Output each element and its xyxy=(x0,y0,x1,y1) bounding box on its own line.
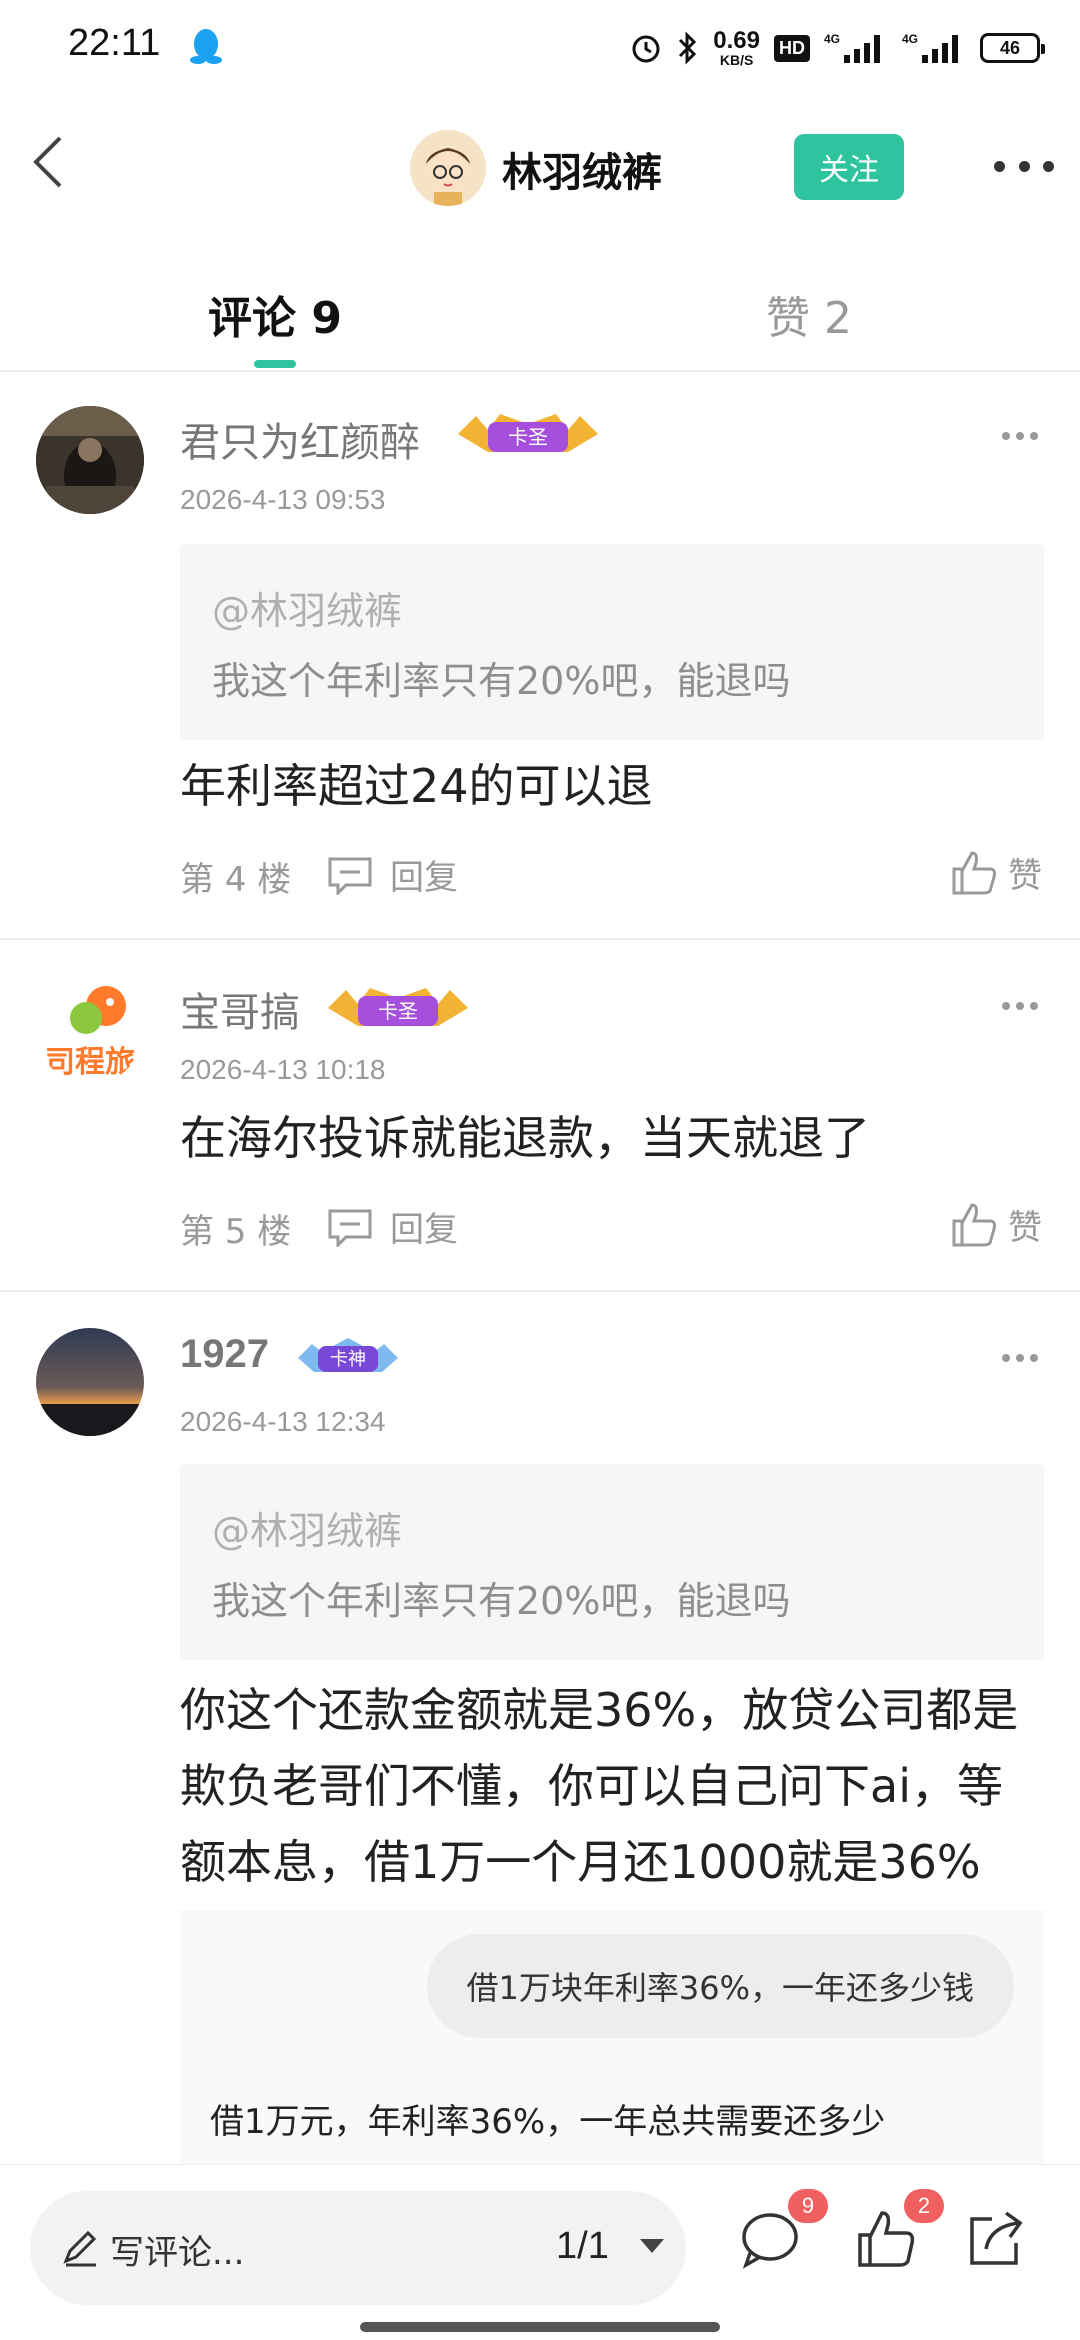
thumbs-up-icon xyxy=(952,850,996,894)
comment-text: 在海尔投诉就能退款，当天就退了 xyxy=(180,1111,870,1165)
write-comment-label: 写评论... xyxy=(110,2233,245,2273)
comment-text: 年利率超过24的可以退 xyxy=(180,759,653,813)
net-speed: 0.69 KB/S xyxy=(713,27,760,68)
status-bar: 22:11 0.69 KB/S HD 4G 4G 46 xyxy=(0,0,1080,96)
quote-text: 我这个年利率只有20%吧，能退吗 xyxy=(212,1579,791,1623)
ai-chat-image[interactable]: 借1万块年利率36%，一年还多少钱 借1万元，年利率36%，一年总共需要还多少 xyxy=(180,1910,1044,2170)
comment-item: 司程旅 宝哥搞 卡圣 2026-4-13 10:18 在海尔投诉就能退款，当天就… xyxy=(0,940,1080,1290)
signal-icon: 4G xyxy=(824,32,880,63)
author-name: 林羽绒裤 xyxy=(502,150,662,196)
share-icon[interactable] xyxy=(966,2209,1026,2269)
quote-mention: @林羽绒裤 xyxy=(212,1509,403,1553)
comment-more-icon[interactable] xyxy=(1002,1354,1038,1364)
badge-icon: 卡圣 xyxy=(458,414,598,452)
qq-icon xyxy=(190,29,222,64)
comment-time: 2026-4-13 10:18 xyxy=(180,1054,386,1085)
bottom-bar: 写评论... 1/1 9 2 xyxy=(0,2164,1080,2340)
comment-more-icon[interactable] xyxy=(1002,1002,1038,1012)
home-indicator[interactable] xyxy=(360,2322,720,2332)
floor-number: 第 4 楼 xyxy=(180,860,292,900)
badge-icon: 卡神 xyxy=(298,1338,398,1372)
reply-icon xyxy=(328,857,372,895)
user-name[interactable]: 君只为红颜醉 xyxy=(180,410,420,468)
ai-answer-text: 借1万元，年利率36%，一年总共需要还多少 xyxy=(210,2102,886,2142)
pencil-icon xyxy=(63,2230,97,2267)
like-button[interactable]: 赞 xyxy=(950,848,1042,897)
hd-badge: HD xyxy=(774,34,810,62)
ai-question-bubble: 借1万块年利率36%，一年还多少钱 xyxy=(426,1934,1014,2038)
quote-mention: @林羽绒裤 xyxy=(212,589,403,633)
quoted-comment[interactable]: @林羽绒裤 我这个年利率只有20%吧，能退吗 xyxy=(180,1464,1044,1660)
bluetooth-icon xyxy=(679,31,697,65)
comment-time: 2026-4-13 12:34 xyxy=(180,1406,386,1437)
alarm-icon xyxy=(632,35,660,63)
comment-text: 你这个还款金额就是36%，放贷公司都是 欺负老哥们不懂，你可以自己问下ai，等 … xyxy=(180,1683,1019,1889)
follow-button[interactable]: 关注 xyxy=(794,134,904,200)
back-icon[interactable] xyxy=(22,132,82,192)
badge-icon: 卡圣 xyxy=(328,988,468,1026)
user-avatar[interactable] xyxy=(36,406,144,514)
battery-icon: 46 xyxy=(980,33,1045,63)
user-name[interactable]: 1927 xyxy=(180,1332,269,1377)
status-icons: 0.69 KB/S HD 4G 4G 46 xyxy=(629,24,1045,72)
reply-button[interactable]: 回复 xyxy=(326,1202,458,1251)
cartoon-avatar-icon xyxy=(410,130,486,206)
svg-text:卡神: 卡神 xyxy=(330,1349,366,1370)
thumbs-up-icon xyxy=(952,1202,996,1246)
tab-bar: 评论 9 赞 2 xyxy=(0,236,1080,372)
travel-logo-avatar-icon: 司程旅 xyxy=(36,976,144,1084)
comment-icon[interactable] xyxy=(740,2209,800,2269)
quoted-comment[interactable]: @林羽绒裤 我这个年利率只有20%吧，能退吗 xyxy=(180,544,1044,740)
tab-indicator xyxy=(254,360,296,368)
like-count-badge: 2 xyxy=(904,2189,944,2223)
reply-button[interactable]: 回复 xyxy=(326,850,458,899)
chevron-down-icon[interactable] xyxy=(640,2239,664,2253)
user-avatar[interactable]: 司程旅 xyxy=(36,976,144,1084)
tab-comments[interactable]: 评论 9 xyxy=(208,282,342,346)
write-comment-input[interactable]: 写评论... 1/1 xyxy=(30,2191,686,2305)
more-options-icon[interactable] xyxy=(994,146,1054,186)
user-name[interactable]: 宝哥搞 xyxy=(180,980,300,1038)
svg-text:4G: 4G xyxy=(824,32,840,46)
top-header: 林羽绒裤 关注 xyxy=(0,96,1080,236)
comment-count-badge: 9 xyxy=(788,2189,828,2223)
tab-likes[interactable]: 赞 2 xyxy=(766,282,852,346)
floor-number: 第 5 楼 xyxy=(180,1212,292,1252)
comment-item: 君只为红颜醉 卡圣 2026-4-13 09:53 @林羽绒裤 我这个年利率只有… xyxy=(0,372,1080,940)
reply-icon xyxy=(328,1209,372,1247)
sunset-avatar-icon xyxy=(36,1328,144,1436)
author-avatar[interactable] xyxy=(410,130,486,206)
comment-time: 2026-4-13 09:53 xyxy=(180,484,386,515)
user-avatar[interactable] xyxy=(36,1328,144,1436)
page-indicator[interactable]: 1/1 xyxy=(556,2225,609,2268)
photo-avatar-icon xyxy=(36,406,144,514)
quote-text: 我这个年利率只有20%吧，能退吗 xyxy=(212,659,791,703)
svg-text:4G: 4G xyxy=(902,32,918,46)
svg-text:卡圣: 卡圣 xyxy=(378,999,418,1023)
status-time: 22:11 xyxy=(68,22,161,64)
like-button[interactable]: 赞 xyxy=(950,1200,1042,1249)
svg-text:司程旅: 司程旅 xyxy=(45,1045,135,1080)
svg-text:卡圣: 卡圣 xyxy=(508,425,548,449)
comment-more-icon[interactable] xyxy=(1002,432,1038,442)
thumbs-up-icon[interactable] xyxy=(856,2209,916,2269)
signal-icon-2: 4G xyxy=(902,32,958,63)
